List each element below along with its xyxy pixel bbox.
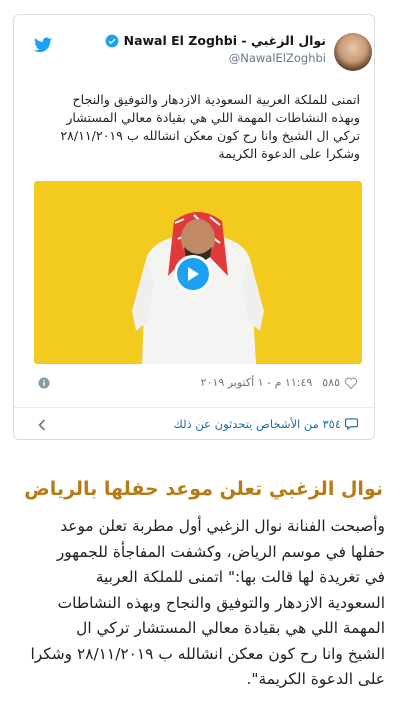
article-line: المهمة اللي هي بقيادة معالي المستشار ترك… [76, 619, 385, 637]
article-line: السعودية الازدهار والتوفيق والنجاح وبهذه… [57, 593, 385, 612]
tweet-text-line: وشكرا على الدعوة الكريمة [218, 146, 360, 161]
article-line: حفلها في موسم الرياض، وكشفت المفاجأة للج… [56, 542, 385, 561]
info-icon[interactable] [38, 377, 50, 389]
comment-icon [345, 418, 358, 430]
chevron-left-icon[interactable] [38, 419, 46, 431]
avatar[interactable] [334, 33, 372, 71]
tweet-text-line: اتمنى للملكة العربية السعودية الازدهار و… [72, 92, 361, 107]
replies-count-text[interactable]: ٣٥٤ من الأشخاص يتحدثون عن ذلك [173, 417, 341, 431]
article-line: في تغريدة لها قالت بها:" اتمنى للملكة ال… [95, 568, 385, 586]
embedded-tweet[interactable]: Nawal El Zoghbi - نوال الزغبي @NawalElZo… [13, 14, 375, 440]
tweet-text-line: تركي ال الشيخ وانا رح كون معكن انشالله ب… [60, 128, 360, 143]
tweet-header: Nawal El Zoghbi - نوال الزغبي @NawalElZo… [14, 15, 374, 85]
heart-icon [344, 377, 358, 389]
verified-icon [105, 34, 119, 47]
play-button[interactable] [174, 255, 212, 293]
divider [14, 407, 374, 408]
like-button[interactable]: ٥٨٥ [322, 376, 358, 389]
tweet-meta: ٥٨٥ ١١:٤٩ م - ١ أكتوبر ٢٠١٩ [14, 373, 374, 395]
article-line: على الدعوة الكريمة". [246, 670, 386, 688]
article-title: نوال الزغبي تعلن موعد حفلها بالرياض [24, 478, 383, 500]
twitter-icon[interactable] [34, 37, 52, 53]
article-line: الشيخ وانا رح كون معكن انشالله ب ٢٨/١١/٢… [30, 644, 385, 663]
tweet-text-line: وبهذه النشاطات المهمة اللي هي بقيادة معا… [66, 110, 360, 125]
tweet-timestamp[interactable]: ١١:٤٩ م - ١ أكتوبر ٢٠١٩ [201, 376, 313, 389]
tweet-author[interactable]: Nawal El Zoghbi - نوال الزغبي @NawalElZo… [105, 33, 326, 65]
tweet-video[interactable] [34, 181, 362, 364]
article-line: وأصبحت الفنانة نوال الزغبي أول مطربة تعل… [60, 517, 385, 535]
replies-link[interactable]: ٣٥٤ من الأشخاص يتحدثون عن ذلك [14, 415, 374, 435]
author-name[interactable]: Nawal El Zoghbi - نوال الزغبي [124, 33, 326, 48]
tweet-text: اتمنى للملكة العربية السعودية الازدهار و… [35, 91, 360, 163]
author-handle[interactable]: @NawalElZoghbi [105, 51, 326, 65]
article-body: وأصبحت الفنانة نوال الزغبي أول مطربة تعل… [15, 514, 385, 693]
like-count: ٥٨٥ [322, 376, 340, 389]
play-icon [188, 267, 199, 281]
